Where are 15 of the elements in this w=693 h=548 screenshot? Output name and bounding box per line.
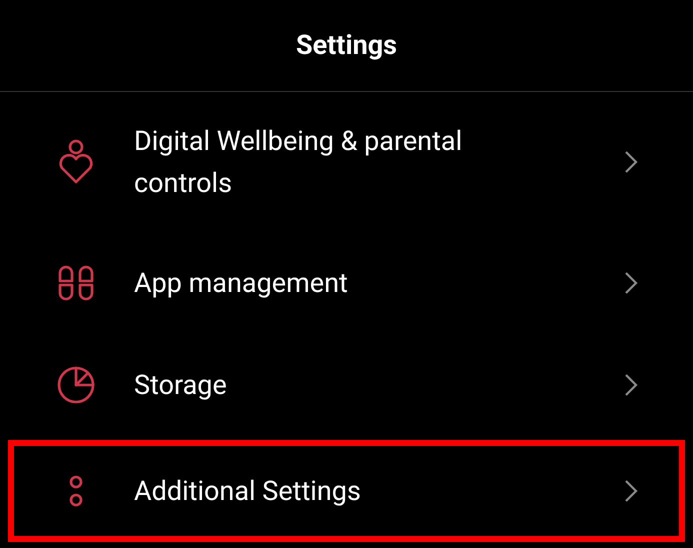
settings-item[interactable]: Storage: [0, 334, 693, 436]
pie-chart-icon: [55, 364, 97, 406]
item-label: Storage: [134, 368, 228, 403]
settings-item[interactable]: App management: [0, 232, 693, 334]
page-title: Settings: [296, 28, 398, 64]
item-label: App management: [134, 266, 349, 301]
item-label: Additional Settings: [134, 474, 362, 509]
chevron-right-icon: [623, 270, 639, 296]
chevron-right-icon: [623, 372, 639, 398]
settings-item[interactable]: Digital Wellbeing & parental controls: [0, 92, 693, 232]
settings-item[interactable]: Additional Settings: [8, 440, 685, 542]
chevron-right-icon: [623, 149, 639, 175]
item-label: Digital Wellbeing & parental controls: [134, 124, 464, 201]
apps-icon: [56, 263, 96, 303]
chevron-right-icon: [623, 478, 639, 504]
